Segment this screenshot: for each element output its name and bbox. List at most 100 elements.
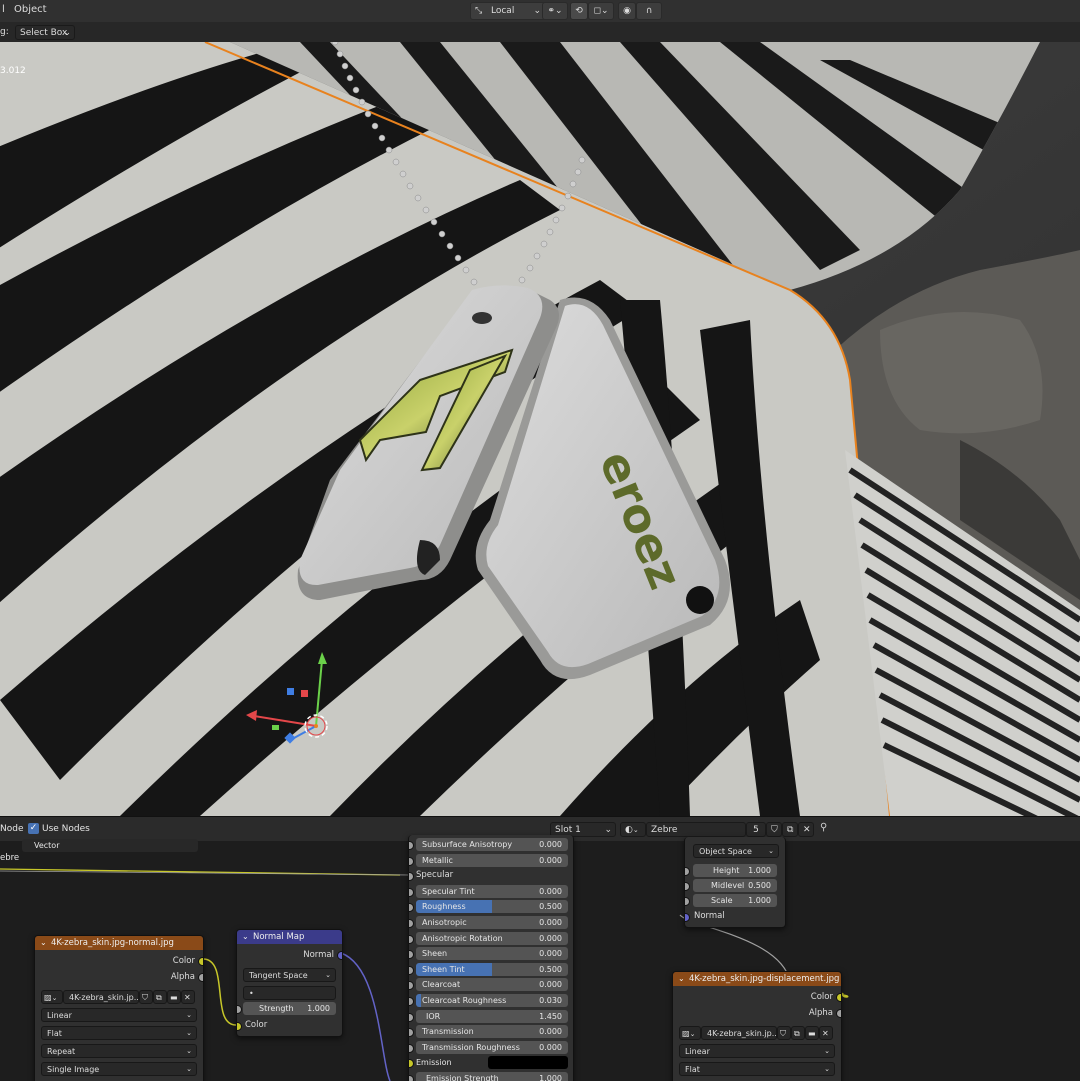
bsdf-input-socket[interactable] xyxy=(409,887,414,897)
snap-toggle-button[interactable]: ⟲ xyxy=(570,2,588,20)
vector-field[interactable]: Vector xyxy=(22,839,198,852)
alpha-output-socket[interactable] xyxy=(198,973,203,982)
node-menu-fragment[interactable]: Node xyxy=(0,824,24,834)
fake-user-button[interactable]: ⛉ xyxy=(139,990,153,1004)
bsdf-field[interactable]: Sheen 0.000 xyxy=(416,947,568,961)
bsdf-field[interactable]: Emission xyxy=(416,1056,488,1069)
bsdf-field[interactable]: Roughness 0.500 xyxy=(416,900,568,914)
principled-bsdf-node[interactable]: Subsurface Anisotropy 0.000 Metallic 0.000 S… xyxy=(408,835,574,1081)
material-name-field[interactable]: Zebre xyxy=(646,822,746,837)
extension-dropdown[interactable]: Repeat ⌄ xyxy=(41,1044,197,1058)
collapse-icon: ⌄ xyxy=(678,974,685,983)
image-browse-button[interactable]: ▨⌄ xyxy=(41,990,63,1004)
bsdf-field[interactable]: Specular Tint 0.000 xyxy=(416,884,568,898)
fake-user-button[interactable]: ⛉ xyxy=(777,1026,791,1040)
uv-map-field[interactable]: • xyxy=(243,986,336,1000)
snap-target-dropdown[interactable]: ◻⌄ xyxy=(588,2,614,20)
normal-output-socket[interactable] xyxy=(337,951,342,960)
bsdf-input-socket[interactable] xyxy=(409,919,414,928)
bsdf-field[interactable]: Clearcoat Roughness 0.030 xyxy=(416,994,568,1007)
bsdf-input-socket[interactable] xyxy=(409,950,414,960)
unlink-material-button[interactable]: ✕ xyxy=(798,822,814,837)
height-field[interactable]: Height 1.000 xyxy=(693,864,777,877)
space-dropdown[interactable]: Tangent Space ⌄ xyxy=(243,968,336,982)
scale-socket[interactable] xyxy=(685,897,690,906)
open-image-button[interactable]: ▬ xyxy=(167,990,181,1004)
bsdf-input-socket[interactable] xyxy=(409,1028,414,1038)
bsdf-field[interactable]: IOR 1.450 xyxy=(416,1009,568,1023)
bsdf-field[interactable]: Anisotropic 0.000 xyxy=(416,916,568,929)
duplicate-image-button[interactable]: ⧉ xyxy=(791,1026,805,1040)
node-header[interactable]: ⌄ 4K-zebra_skin.jpg-displacement.jpg xyxy=(673,972,841,986)
interpolation-dropdown[interactable]: Linear ⌄ xyxy=(41,1008,197,1022)
duplicate-material-button[interactable]: ⧉ xyxy=(782,822,798,837)
partial-node-left[interactable]: Vector xyxy=(0,837,198,859)
unlink-image-button[interactable]: ✕ xyxy=(181,990,195,1004)
use-nodes-checkbox[interactable]: ✓ xyxy=(28,823,39,834)
shader-node-editor[interactable]: Node ✓ Use Nodes Slot 1 ⌄ ◐⌄ Zebre 5 ⛉ ⧉… xyxy=(0,816,1080,1081)
bsdf-field[interactable]: Metallic 0.000 xyxy=(416,853,568,867)
interpolation-dropdown[interactable]: Linear ⌄ xyxy=(679,1044,835,1058)
falloff-dropdown[interactable]: ∩ xyxy=(636,2,662,20)
select-box-dropdown[interactable]: Select Box ⌄ xyxy=(15,25,75,40)
browse-material-button[interactable]: ◐⌄ xyxy=(620,822,646,837)
bsdf-row-label: Emission xyxy=(416,1058,452,1068)
bsdf-input-socket[interactable] xyxy=(409,1043,414,1053)
bsdf-input-socket[interactable] xyxy=(409,934,414,944)
space-dropdown[interactable]: Object Space ⌄ xyxy=(693,844,779,858)
projection-dropdown[interactable]: Flat ⌄ xyxy=(679,1062,835,1076)
node-header[interactable]: ⌄ 4K-zebra_skin.jpg-normal.jpg xyxy=(35,936,203,950)
bsdf-field[interactable]: Anisotropic Rotation 0.000 xyxy=(416,931,568,945)
normal-input-socket[interactable] xyxy=(685,913,690,922)
menu-object[interactable]: Object xyxy=(14,4,47,15)
midlevel-field[interactable]: Midlevel 0.500 xyxy=(693,879,777,892)
color-input-socket[interactable] xyxy=(237,1022,242,1031)
material-users-count[interactable]: 5 xyxy=(746,822,766,837)
bsdf-input-socket[interactable] xyxy=(409,1012,414,1022)
bsdf-input-socket[interactable] xyxy=(409,1075,414,1081)
bsdf-field[interactable]: Sheen Tint 0.500 xyxy=(416,962,568,976)
bsdf-input-socket[interactable] xyxy=(409,1059,414,1069)
transform-orientation-dropdown[interactable]: ⤡ Local ⌄ xyxy=(470,2,546,20)
alpha-output-socket[interactable] xyxy=(836,1009,841,1018)
image-browse-button[interactable]: ▨⌄ xyxy=(679,1026,701,1040)
source-dropdown[interactable]: Single Image ⌄ xyxy=(41,1062,197,1076)
pivot-point-dropdown[interactable]: ⚭⌄ xyxy=(542,2,568,20)
bsdf-field[interactable]: Transmission 0.000 xyxy=(416,1025,568,1039)
bsdf-input-socket[interactable] xyxy=(409,841,414,850)
pin-icon[interactable]: ⚲ xyxy=(820,822,827,833)
viewport-render[interactable]: eroez xyxy=(0,42,1080,816)
menu-item-fragment[interactable]: l xyxy=(2,4,5,15)
bsdf-input-socket[interactable] xyxy=(409,965,414,975)
color-output-socket[interactable] xyxy=(836,993,841,1002)
bsdf-field[interactable]: Subsurface Anisotropy 0.000 xyxy=(416,838,568,851)
image-texture-normal-node[interactable]: ⌄ 4K-zebra_skin.jpg-normal.jpg Color Alph… xyxy=(34,935,204,1081)
image-texture-displacement-node[interactable]: ⌄ 4K-zebra_skin.jpg-displacement.jpg Colo… xyxy=(672,971,842,1081)
bsdf-field[interactable]: Clearcoat 0.000 xyxy=(416,978,568,992)
bsdf-input-socket[interactable] xyxy=(409,997,414,1006)
displacement-node[interactable]: Object Space ⌄ Height 1.000 Midlevel 0.500 … xyxy=(684,837,786,928)
duplicate-image-button[interactable]: ⧉ xyxy=(153,990,167,1004)
image-name-field[interactable]: 4K-zebra_skin.jp... xyxy=(701,1026,777,1040)
unlink-image-button[interactable]: ✕ xyxy=(819,1026,833,1040)
strength-field[interactable]: Strength 1.000 xyxy=(243,1002,336,1015)
node-header[interactable]: ⌄ Normal Map xyxy=(237,930,342,944)
bsdf-field[interactable]: Transmission Roughness 0.000 xyxy=(416,1040,568,1054)
strength-socket[interactable] xyxy=(237,1005,242,1014)
proportional-edit-button[interactable]: ◉ xyxy=(618,2,636,20)
image-name-field[interactable]: 4K-zebra_skin.jp... xyxy=(63,990,139,1004)
bsdf-input-socket[interactable] xyxy=(409,981,414,991)
open-image-button[interactable]: ▬ xyxy=(805,1026,819,1040)
bsdf-input-socket[interactable] xyxy=(409,872,414,882)
projection-dropdown[interactable]: Flat ⌄ xyxy=(41,1026,197,1040)
scale-field[interactable]: Scale 1.000 xyxy=(693,894,777,907)
bsdf-input-socket[interactable] xyxy=(409,903,414,913)
normal-map-node[interactable]: ⌄ Normal Map Normal Tangent Space ⌄ • Stre… xyxy=(236,929,343,1037)
emission-color-swatch[interactable] xyxy=(488,1056,568,1070)
bsdf-input-socket[interactable] xyxy=(409,856,414,866)
3d-viewport[interactable]: eroez 3.012 xyxy=(0,42,1080,816)
height-socket[interactable] xyxy=(685,867,690,876)
color-output-socket[interactable] xyxy=(198,957,203,966)
fake-user-button[interactable]: ⛉ xyxy=(766,822,782,837)
midlevel-socket[interactable] xyxy=(685,882,690,891)
